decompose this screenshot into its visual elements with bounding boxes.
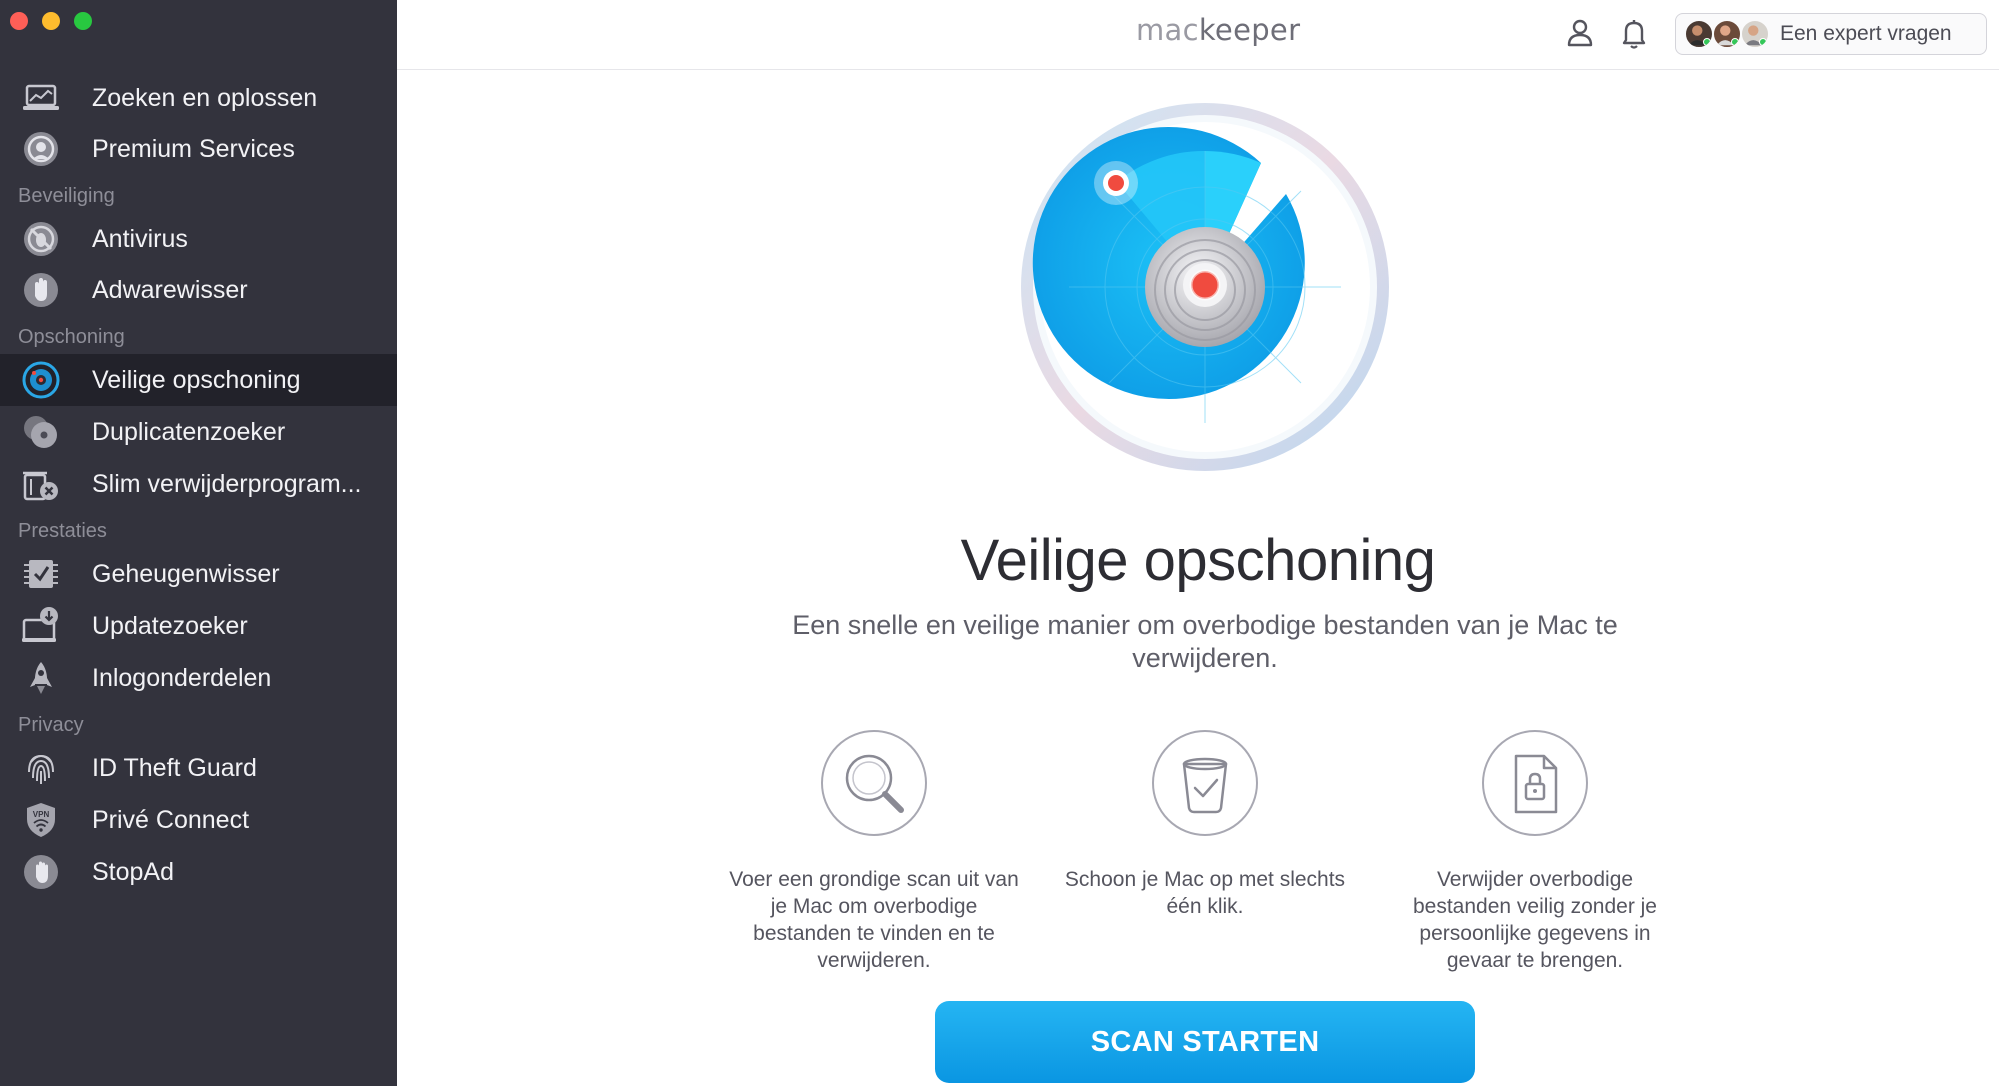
- expert-avatars: [1684, 19, 1772, 49]
- app-logo: mackeeper: [1136, 13, 1301, 47]
- start-scan-button[interactable]: SCAN STARTEN: [935, 1001, 1475, 1083]
- sidebar-item-label: StopAd: [92, 857, 175, 886]
- zoom-window-button[interactable]: [74, 12, 92, 30]
- ask-expert-label: Een expert vragen: [1780, 22, 1952, 45]
- sidebar-item-label: Antivirus: [92, 224, 188, 253]
- sidebar-item-adwarewisser[interactable]: Adwarewisser: [0, 264, 397, 316]
- sidebar-item-slim-verwijderprogramma[interactable]: Slim verwijderprogram...: [0, 458, 397, 510]
- window-controls: [10, 12, 92, 30]
- sidebar-item-label: Zoeken en oplossen: [92, 83, 318, 112]
- sidebar-item-label: Veilige opschoning: [92, 365, 301, 394]
- avatar: [1712, 19, 1742, 49]
- sidebar-item-premium-services[interactable]: Premium Services: [0, 123, 397, 175]
- vpn-shield-icon: VPN: [20, 800, 62, 840]
- feature-text: Schoon je Mac op met slechts één klik.: [1064, 868, 1346, 918]
- sidebar-item-label: Duplicatenzoeker: [92, 417, 286, 446]
- sidebar-item-prive-connect[interactable]: VPN Privé Connect: [0, 794, 397, 846]
- sidebar-item-veilige-opschoning[interactable]: Veilige opschoning: [0, 354, 397, 406]
- avatar: [1740, 19, 1770, 49]
- sidebar-item-label: Inlogonderdelen: [92, 663, 272, 692]
- account-icon[interactable]: [1563, 16, 1597, 50]
- support-headset-icon: [20, 129, 62, 169]
- duplicate-discs-icon: [20, 412, 62, 452]
- trash-uninstall-icon: [20, 464, 62, 504]
- sidebar-item-label: Updatezoeker: [92, 611, 248, 640]
- section-label-beveiliging: Beveiliging: [18, 185, 115, 207]
- top-bar: mackeeper Een expert vragen: [397, 0, 1999, 70]
- radar-hero-illustration: [1021, 103, 1389, 471]
- bug-blocked-icon: [20, 219, 62, 259]
- sidebar-item-antivirus[interactable]: Antivirus: [0, 213, 397, 265]
- ask-expert-button[interactable]: Een expert vragen: [1675, 13, 1987, 55]
- sidebar-item-duplicatenzoeker[interactable]: Duplicatenzoeker: [0, 406, 397, 458]
- hand-stop-icon: [20, 270, 62, 310]
- section-label-privacy: Privacy: [18, 714, 84, 736]
- rocket-icon: [20, 658, 62, 698]
- sidebar-item-label: Adwarewisser: [92, 275, 248, 304]
- feature-one-click-clean: Schoon je Mac op met slechts één klik.: [1055, 728, 1355, 920]
- avatar: [1684, 19, 1714, 49]
- sidebar-item-geheugenwisser[interactable]: Geheugenwisser: [0, 548, 397, 600]
- sidebar-item-updatezoeker[interactable]: Updatezoeker: [0, 600, 397, 652]
- bin-check-icon: [1152, 730, 1258, 836]
- bell-icon[interactable]: [1617, 16, 1651, 50]
- sidebar-item-label: Premium Services: [92, 134, 295, 163]
- feature-thorough-scan: Voer een grondige scan uit van je Mac om…: [724, 728, 1024, 974]
- sidebar-item-id-theft-guard[interactable]: ID Theft Guard: [0, 742, 397, 794]
- laptop-chart-icon: [20, 78, 62, 118]
- stop-hand-icon: [20, 852, 62, 892]
- minimize-window-button[interactable]: [42, 12, 60, 30]
- sidebar-item-zoeken-en-oplossen[interactable]: Zoeken en oplossen: [0, 72, 397, 124]
- sidebar-item-inlogonderdelen[interactable]: Inlogonderdelen: [0, 652, 397, 704]
- page-subtitle: Een snelle en veilige manier om overbodi…: [792, 610, 1618, 673]
- sidebar-item-stopad[interactable]: StopAd: [0, 846, 397, 898]
- sidebar-item-label: Geheugenwisser: [92, 559, 280, 588]
- svg-text:VPN: VPN: [33, 810, 50, 819]
- sidebar-item-label: Privé Connect: [92, 805, 250, 834]
- sidebar: Zoeken en oplossen Premium Services Beve…: [0, 0, 397, 1086]
- locked-file-icon: [1482, 730, 1588, 836]
- section-label-opschoning: Opschoning: [18, 326, 125, 348]
- sidebar-item-label: ID Theft Guard: [92, 753, 257, 782]
- close-window-button[interactable]: [10, 12, 28, 30]
- fingerprint-icon: [20, 748, 62, 788]
- update-download-icon: [20, 606, 62, 646]
- page-title: Veilige opschoning: [960, 528, 1436, 593]
- sidebar-item-label: Slim verwijderprogram...: [92, 469, 362, 498]
- radar-target-icon: [20, 360, 62, 400]
- magnifier-icon: [821, 730, 927, 836]
- feature-safe-removal: Verwijder overbodige bestanden veilig zo…: [1385, 728, 1685, 974]
- feature-text: Voer een grondige scan uit van je Mac om…: [729, 868, 1019, 972]
- section-label-prestaties: Prestaties: [18, 520, 107, 542]
- feature-text: Verwijder overbodige bestanden veilig zo…: [1412, 868, 1657, 972]
- memory-check-icon: [20, 554, 62, 594]
